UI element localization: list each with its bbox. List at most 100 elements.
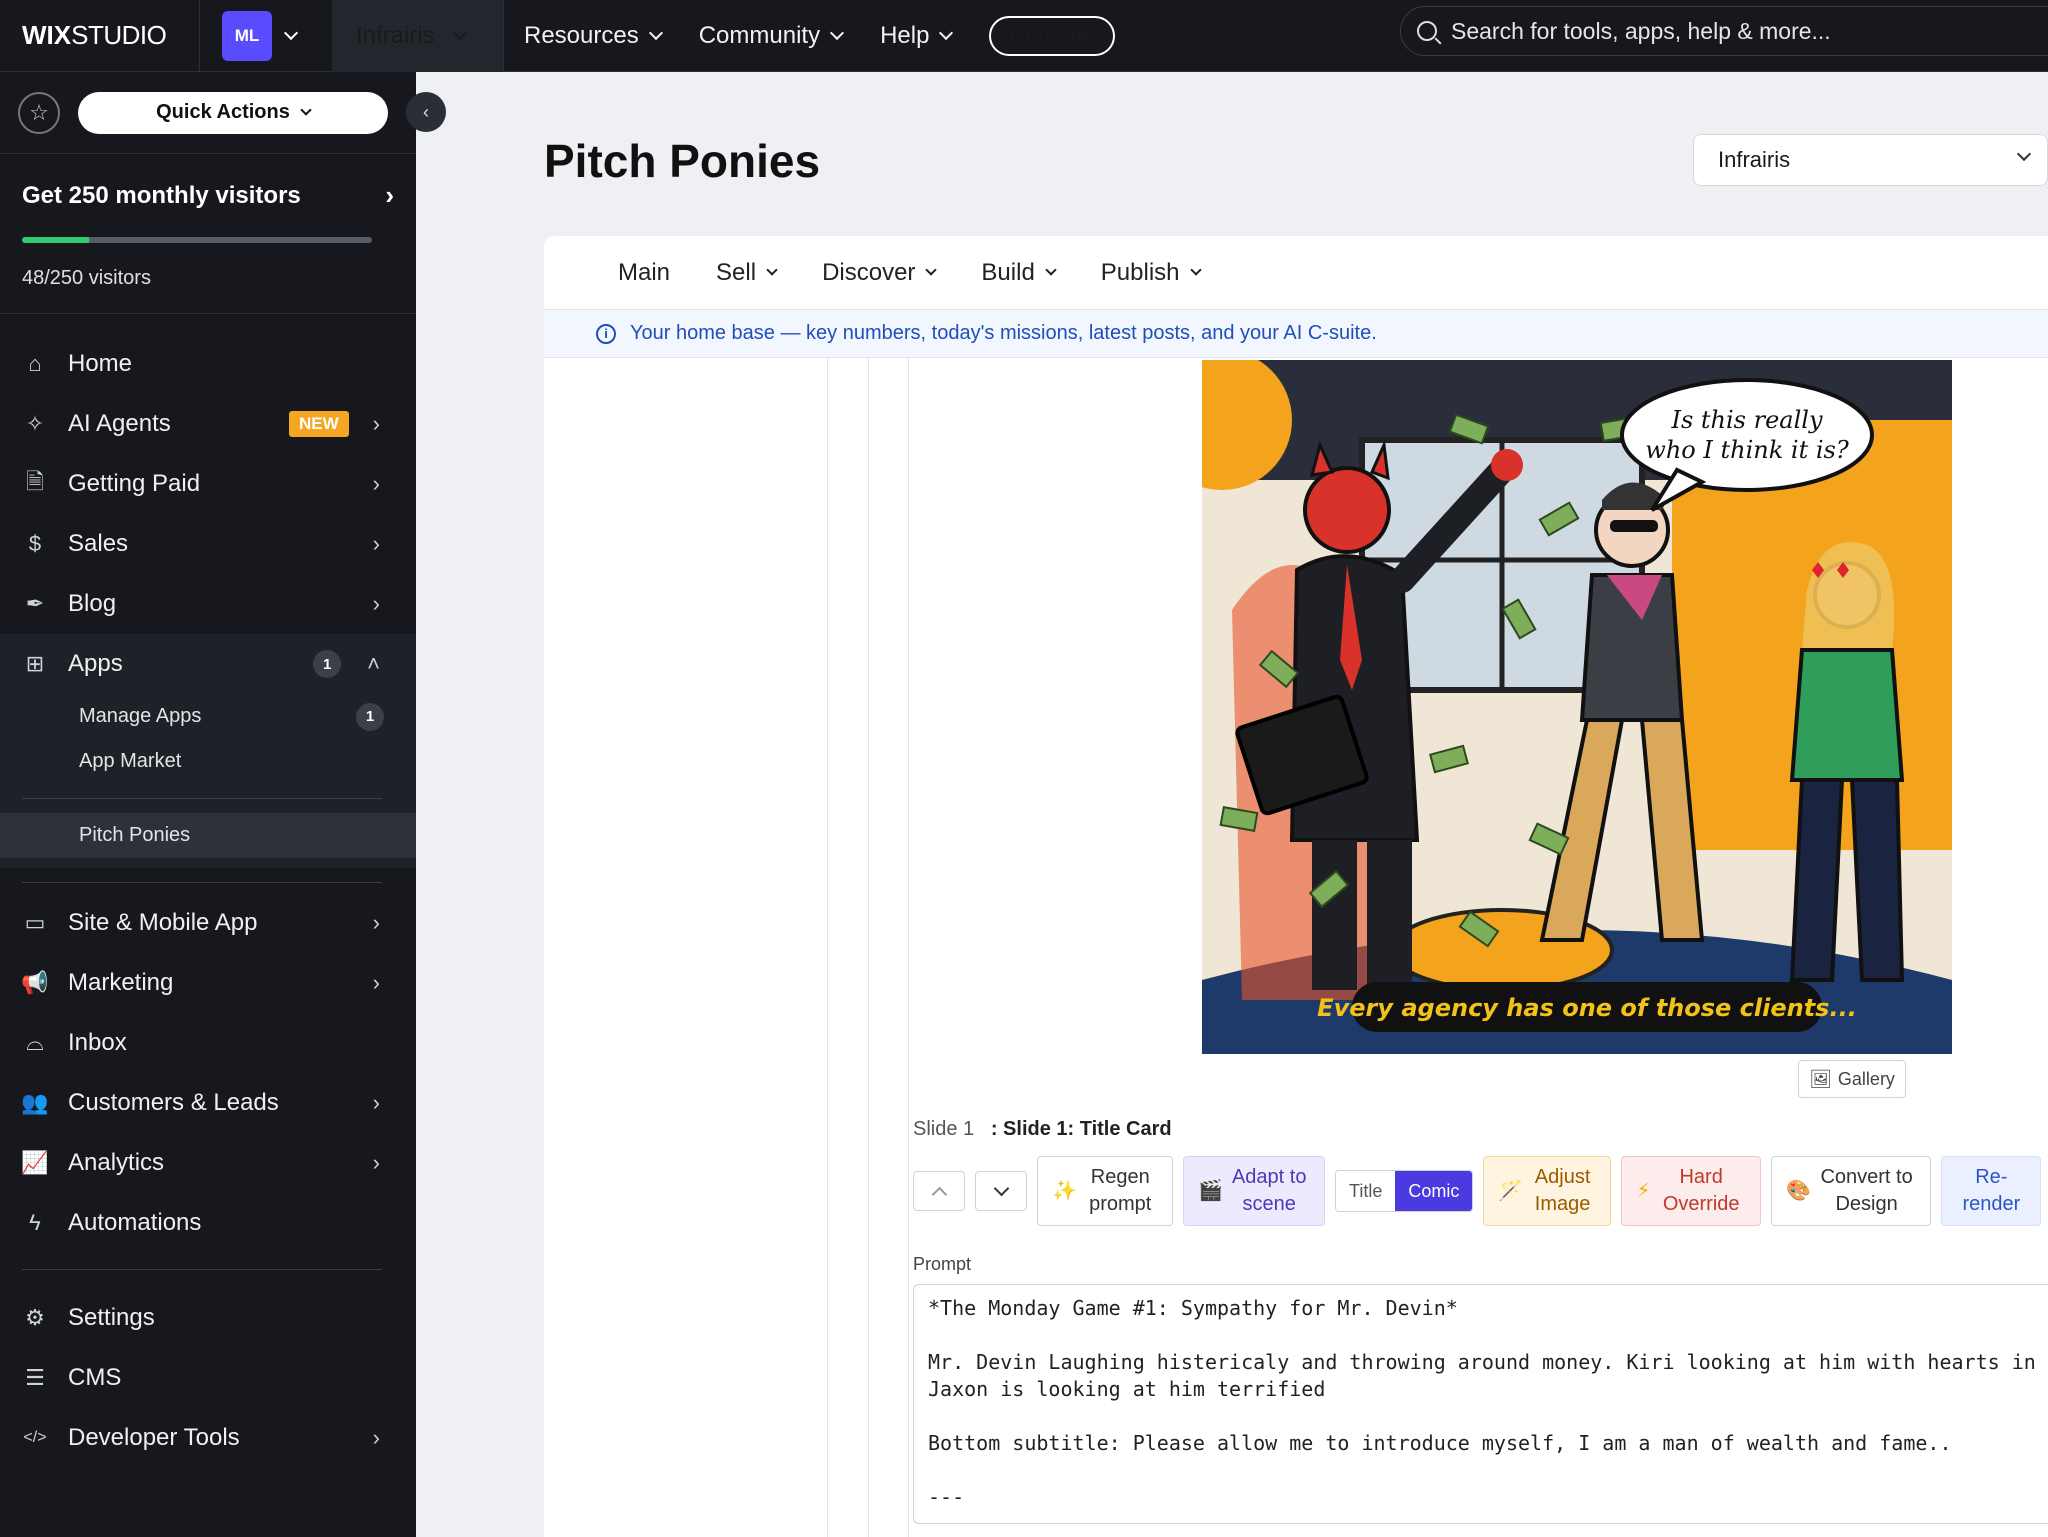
style-toggle: Title Comic <box>1335 1170 1474 1212</box>
sidebar-item-sales[interactable]: $ Sales › <box>0 514 416 574</box>
sidebar-item-developer-tools[interactable]: </> Developer Tools › <box>0 1408 416 1468</box>
chevron-right-icon: › <box>372 411 380 436</box>
sidebar-item-customers[interactable]: 👥 Customers & Leads › <box>0 1073 416 1133</box>
tab-main[interactable]: Main <box>618 259 670 287</box>
tab-build[interactable]: Build <box>981 259 1057 287</box>
top-nav-help[interactable]: Help <box>880 22 954 50</box>
chevron-down-icon <box>993 1180 1009 1196</box>
search-input[interactable]: Search for tools, apps, help & more... <box>1400 6 2048 56</box>
tab-sell[interactable]: Sell <box>716 259 778 287</box>
site-switcher[interactable]: Infrairis <box>332 0 504 72</box>
visitors-progress-fill <box>22 237 90 243</box>
sidebar-item-site-mobile[interactable]: ▭ Site & Mobile App › <box>0 893 416 953</box>
upgrade-button[interactable]: Upgrade <box>989 16 1115 56</box>
comic-caption: Every agency has one of those clients... <box>1317 994 1857 1022</box>
sparkle-icon: ✨ <box>1052 1179 1077 1202</box>
slide-image[interactable]: Is this really who I think it is? Every … <box>1202 360 1952 1054</box>
chevron-right-icon: › <box>372 471 380 496</box>
chevron-down-icon <box>300 103 312 116</box>
app-card: Main Sell Discover Build Publish i Your … <box>544 236 2048 1537</box>
sidebar-item-getting-paid[interactable]: 🗎 Getting Paid › <box>0 454 416 514</box>
chevron-down-icon <box>648 25 663 41</box>
adjust-image-button[interactable]: 🪄 Adjust Image <box>1483 1156 1612 1226</box>
picture-icon: 🖼 <box>1809 1068 1832 1089</box>
sidebar-item-manage-apps[interactable]: Manage Apps 1 <box>0 694 416 739</box>
panel-divider <box>908 358 909 1537</box>
chevron-down-icon <box>2016 146 2032 162</box>
chevron-up-icon <box>931 1186 947 1202</box>
logo-bold: WIX <box>22 20 72 50</box>
sidebar: ☆ Quick Actions Get 250 monthly visitors… <box>0 72 416 1537</box>
sidebar-item-ai-agents[interactable]: ✧ AI Agents NEW › <box>0 394 416 454</box>
main-area: Pitch Ponies Infrairis Main Sell Discove… <box>416 72 2048 1537</box>
sidebar-item-home[interactable]: ⌂ Home <box>0 334 416 394</box>
chevron-right-icon: › <box>372 1150 380 1175</box>
tab-discover[interactable]: Discover <box>822 259 938 287</box>
move-slide-down-button[interactable] <box>975 1171 1027 1211</box>
slide-number: Slide 1 <box>913 1118 975 1140</box>
manage-apps-count-badge: 1 <box>356 702 384 731</box>
chevron-right-icon: › <box>372 1090 380 1115</box>
pen-nib-icon: ✒ <box>25 591 45 616</box>
palette-icon: 🎨 <box>1786 1179 1812 1202</box>
visitors-goal[interactable]: Get 250 monthly visitors › 48/250 visito… <box>0 154 416 314</box>
sidebar-item-settings[interactable]: ⚙ Settings <box>0 1288 416 1348</box>
people-icon: 👥 <box>21 1090 49 1115</box>
chevron-right-icon: › <box>372 531 380 556</box>
magic-wand-icon: 🪄 <box>1498 1179 1524 1202</box>
clapperboard-icon: 🎬 <box>1198 1179 1223 1202</box>
sidebar-item-analytics[interactable]: 📈 Analytics › <box>0 1133 416 1193</box>
prompt-textarea[interactable]: *The Monday Game #1: Sympathy for Mr. De… <box>913 1284 2048 1524</box>
sidebar-item-blog[interactable]: ✒ Blog › <box>0 574 416 634</box>
top-nav-community[interactable]: Community <box>699 22 845 50</box>
regen-prompt-button[interactable]: ✨ Regen prompt <box>1037 1156 1173 1226</box>
sidebar-item-apps[interactable]: ⊞ Apps 1 ˄ <box>0 634 416 694</box>
move-slide-up-button[interactable] <box>913 1171 965 1211</box>
site-select[interactable]: Infrairis <box>1693 134 2048 186</box>
top-nav-resources[interactable]: Resources <box>524 22 663 50</box>
info-text: Your home base — key numbers, today's mi… <box>630 322 1377 344</box>
star-icon[interactable]: ☆ <box>18 91 60 134</box>
sidebar-item-app-market[interactable]: App Market <box>0 739 416 784</box>
sidebar-item-automations[interactable]: ϟ Automations <box>0 1193 416 1253</box>
site-switcher-label: Infrairis <box>356 22 435 49</box>
hard-override-button[interactable]: ⚡ Hard Override <box>1621 1156 1762 1226</box>
apps-count-badge: 1 <box>313 650 342 678</box>
app-tabs: Main Sell Discover Build Publish <box>544 236 2048 310</box>
chevron-down-icon <box>283 25 299 40</box>
gallery-button[interactable]: 🖼 Gallery <box>1798 1060 1906 1098</box>
sidebar-item-pitch-ponies[interactable]: Pitch Ponies <box>0 813 416 858</box>
gear-icon: ⚙ <box>25 1305 45 1330</box>
dollar-icon: $ <box>28 531 42 556</box>
inbox-icon: ⌓ <box>26 1030 44 1055</box>
chevron-right-icon: › <box>372 591 380 616</box>
left-panel <box>544 358 828 1537</box>
chart-line-icon: 📈 <box>21 1150 49 1175</box>
comic-illustration: Is this really who I think it is? Every … <box>1202 360 1952 1054</box>
panel-divider <box>868 358 869 1537</box>
apps-submenu: Manage Apps 1 App Market Pitch Ponies <box>0 694 416 868</box>
info-icon: i <box>596 323 616 344</box>
style-comic-option[interactable]: Comic <box>1395 1171 1473 1211</box>
rerender-button[interactable]: Re-render <box>1941 1156 2042 1226</box>
sidebar-item-marketing[interactable]: 📢 Marketing › <box>0 953 416 1013</box>
adapt-to-scene-button[interactable]: 🎬 Adapt to scene <box>1183 1156 1325 1226</box>
chevron-down-icon <box>939 25 954 41</box>
logo-rest: STUDIO <box>71 20 167 50</box>
slide-title: : Slide 1: Title Card <box>990 1118 1172 1140</box>
collapse-sidebar-button[interactable]: ‹ <box>406 92 446 132</box>
sidebar-item-inbox[interactable]: ⌓ Inbox <box>0 1013 416 1073</box>
avatar: ML <box>222 10 272 61</box>
quick-actions-button[interactable]: Quick Actions <box>78 91 388 134</box>
visitors-progress-bar <box>22 237 372 243</box>
sidebar-item-cms[interactable]: ☰ CMS <box>0 1348 416 1408</box>
megaphone-icon: 📢 <box>21 970 49 995</box>
wix-studio-logo[interactable]: WIX STUDIO <box>0 0 200 72</box>
style-title-option[interactable]: Title <box>1336 1171 1396 1211</box>
devices-icon: ▭ <box>24 910 46 935</box>
divider <box>22 798 382 799</box>
search-placeholder: Search for tools, apps, help & more... <box>1451 17 1831 44</box>
convert-to-design-button[interactable]: 🎨 Convert to Design <box>1771 1156 1932 1226</box>
tab-publish[interactable]: Publish <box>1101 259 1202 287</box>
search-icon <box>1417 21 1437 41</box>
